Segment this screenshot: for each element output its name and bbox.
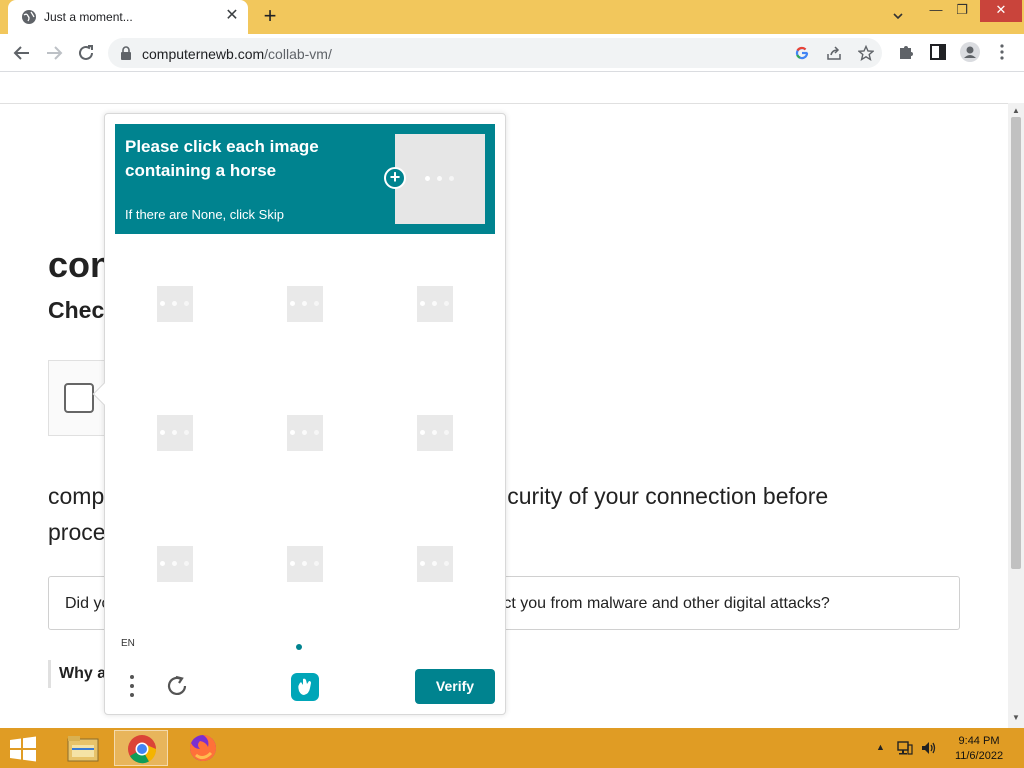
captcha-image-tile[interactable] <box>417 546 453 582</box>
taskbar-chrome[interactable] <box>114 730 168 766</box>
window-minimize-button[interactable]: — <box>924 0 948 22</box>
forward-arrow-icon[interactable] <box>43 42 65 64</box>
new-tab-button[interactable]: + <box>260 5 280 27</box>
scroll-thumb[interactable] <box>1011 117 1021 569</box>
captcha-image-tile[interactable] <box>417 415 453 451</box>
expand-plus-icon[interactable]: + <box>384 167 406 189</box>
why-heading[interactable]: Why a <box>48 660 106 688</box>
captcha-image-tile[interactable] <box>157 546 193 582</box>
description-line2: proce <box>48 519 106 545</box>
more-menu-icon[interactable] <box>993 43 1011 61</box>
loading-dots-icon <box>160 301 190 307</box>
system-clock[interactable]: 9:44 PM 11/6/2022 <box>944 734 1014 764</box>
tab-strip: Just a moment... ✕ + — ❐ ✕ <box>0 0 1024 34</box>
captcha-challenge-dialog: Please click each image containing a hor… <box>92 113 506 715</box>
captcha-image-tile[interactable] <box>157 286 193 322</box>
loading-dots-icon <box>290 301 320 307</box>
address-bar[interactable]: computernewb.com/collab-vm/ <box>108 38 882 68</box>
verify-button[interactable]: Verify <box>415 669 495 704</box>
tab-close-icon[interactable]: ✕ <box>224 8 240 24</box>
lock-icon[interactable] <box>120 46 132 60</box>
captcha-image-tile[interactable] <box>287 286 323 322</box>
window-close-button[interactable]: ✕ <box>980 0 1022 22</box>
volume-icon[interactable] <box>920 739 938 757</box>
prompt-line-2: containing a horse <box>125 161 277 180</box>
prompt-text: Please click each image containing a hor… <box>125 135 355 183</box>
loading-dots-icon <box>420 430 450 436</box>
reload-icon[interactable] <box>75 42 97 64</box>
tab-title: Just a moment... <box>44 10 133 24</box>
language-selector[interactable]: EN <box>121 638 135 649</box>
loading-dots-icon <box>160 561 190 567</box>
refresh-challenge-icon[interactable] <box>165 674 189 698</box>
loading-dots-icon <box>290 430 320 436</box>
page-title: con <box>48 244 113 285</box>
challenge-checkbox[interactable] <box>64 383 94 413</box>
clock-time: 9:44 PM <box>958 735 1000 747</box>
folder-icon <box>67 736 99 762</box>
captcha-image-tile[interactable] <box>157 415 193 451</box>
prompt-hint: If there are None, click Skip <box>125 207 284 222</box>
share-icon[interactable] <box>826 45 842 61</box>
side-panel-icon[interactable] <box>929 43 947 61</box>
captcha-prompt: Please click each image containing a hor… <box>115 124 495 234</box>
clock-date: 11/6/2022 <box>954 750 1004 762</box>
taskbar-file-explorer[interactable] <box>56 730 110 766</box>
description-end: curity of your connection before <box>507 483 829 509</box>
loading-dots-icon <box>425 176 455 182</box>
windows-start-icon[interactable] <box>8 736 38 762</box>
info-question-end: ct you from malware and other digital at… <box>503 595 830 612</box>
url-path: /collab-vm/ <box>264 46 332 62</box>
prompt-line-1: Please click each image <box>125 137 319 156</box>
description-start: comp <box>48 483 105 509</box>
url-text[interactable]: computernewb.com/collab-vm/ <box>142 46 332 62</box>
menu-dots-icon[interactable] <box>125 672 139 700</box>
network-icon[interactable] <box>896 739 914 757</box>
scroll-up-arrow-icon[interactable]: ▲ <box>1012 106 1020 115</box>
firefox-icon <box>190 735 216 761</box>
bookmark-star-icon[interactable] <box>858 45 874 61</box>
tray-show-hidden-icon[interactable]: ▲ <box>876 742 885 752</box>
loading-dots-icon <box>420 301 450 307</box>
hcaptcha-logo-icon <box>291 673 319 701</box>
extensions-puzzle-icon[interactable] <box>897 43 915 61</box>
page-indicator-dot <box>296 644 302 650</box>
captcha-image-tile[interactable] <box>287 415 323 451</box>
example-image[interactable] <box>395 134 485 224</box>
captcha-image-tile[interactable] <box>287 546 323 582</box>
loading-dots-icon <box>160 430 190 436</box>
window-maximize-button[interactable]: ❐ <box>950 0 974 22</box>
tab-active[interactable]: Just a moment... ✕ <box>8 0 248 34</box>
google-icon[interactable] <box>794 45 810 61</box>
page-scrollbar[interactable]: ▲ ▼ <box>1008 103 1024 728</box>
taskbar-firefox[interactable] <box>178 730 232 766</box>
profile-avatar-icon[interactable] <box>960 42 980 62</box>
loading-dots-icon <box>420 561 450 567</box>
scroll-down-arrow-icon[interactable]: ▼ <box>1012 713 1020 722</box>
taskbar: ▲ 9:44 PM 11/6/2022 <box>0 728 1024 768</box>
globe-icon <box>22 10 36 24</box>
browser-toolbar: computernewb.com/collab-vm/ <box>0 34 1024 72</box>
tab-search-chevron-icon[interactable] <box>890 8 906 24</box>
chrome-icon <box>128 735 157 764</box>
back-arrow-icon[interactable] <box>11 42 33 64</box>
page-subtitle: Checl <box>48 297 111 323</box>
captcha-image-tile[interactable] <box>417 286 453 322</box>
url-host: computernewb.com <box>142 46 265 62</box>
loading-dots-icon <box>290 561 320 567</box>
